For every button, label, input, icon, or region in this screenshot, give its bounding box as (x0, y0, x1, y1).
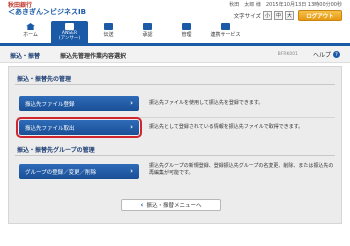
link-icon (221, 23, 230, 30)
chevron-right-icon: › (130, 123, 133, 131)
home-icon (26, 23, 35, 30)
nav-transfer-label: 伝送 (103, 32, 114, 38)
payee-file-register-button[interactable]: 振込先ファイル登録 › (19, 96, 139, 111)
section-divider (15, 155, 335, 156)
nav-link-service-label: 連携サービス (210, 32, 241, 38)
section-title-group: 振込・振替先グループの管理 (17, 147, 95, 154)
help-icon: ? (333, 51, 340, 58)
screen-id: BFRK001 (277, 52, 298, 57)
title-bar: 振込・振替 振込先管理作業内容選択 BFRK001 ヘルプ ? (0, 46, 350, 63)
user-info: 秋田 太郎 様 2015年10月13日 13時00分00秒 (229, 1, 342, 8)
nav-approve[interactable]: 承認 (129, 21, 166, 43)
row-divider (17, 117, 335, 118)
header: 秋田銀行 ＜あきぎん＞ビジネスIB 秋田 太郎 様 2015年10月13日 13… (0, 0, 350, 46)
payee-file-export-desc: 振込先として登録されている情報を振込先ファイルで取得できます。 (149, 124, 304, 130)
logout-button[interactable]: ログアウト (298, 10, 342, 21)
help-link[interactable]: ヘルプ ? (313, 50, 340, 59)
back-to-menu-button[interactable]: ‹ 振込・振替メニューへ (121, 199, 221, 211)
font-size-small-button[interactable]: 小 (263, 11, 272, 20)
section-divider (15, 84, 335, 85)
section-title-payee: 振込・振替先の管理 (17, 76, 72, 83)
nav-approve-label: 承認 (142, 32, 153, 38)
chevron-right-icon: › (130, 99, 133, 107)
font-size-large-button[interactable]: 大 (285, 11, 294, 20)
login-datetime: 2015年10月13日 13時00分00秒 (265, 2, 342, 8)
font-size-selector: 文字サイズ 小 中 大 (234, 11, 294, 20)
group-edit-button[interactable]: グループの登録／変更／削除 › (19, 164, 139, 179)
anser-icon (65, 23, 74, 30)
font-size-medium-button[interactable]: 中 (274, 11, 283, 20)
approve-icon (143, 23, 152, 30)
group-edit-desc: 振込先グループの新規登録、登録振込先グループの名変更、削除、または振込先の再編集… (149, 163, 334, 176)
payee-file-register-label: 振込先ファイル登録 (25, 101, 75, 108)
back-to-menu-label: 振込・振替メニューへ (146, 203, 202, 209)
page-title: 振込先管理作業内容選択 (60, 53, 127, 60)
bank-logo[interactable]: 秋田銀行 ＜あきぎん＞ビジネスIB (8, 2, 86, 16)
payee-file-register-desc: 振込先ファイルを使用して振込先を登録できます。 (149, 100, 264, 106)
nav-manage-label: 管理 (181, 32, 192, 38)
chevron-left-icon: ‹ (140, 201, 144, 209)
help-label: ヘルプ (312, 52, 331, 59)
nav-home[interactable]: ホーム (12, 21, 49, 43)
nav-anser[interactable]: ANSER (アンサー) (51, 21, 88, 43)
user-name: 秋田 太郎 様 (229, 2, 261, 8)
nav-home-label: ホーム (23, 32, 38, 38)
manage-icon (182, 23, 191, 30)
payee-file-export-button[interactable]: 振込先ファイル取出 › (16, 117, 142, 138)
nav-anser-sub: (アンサー) (58, 36, 81, 41)
nav-link-service[interactable]: 連携サービス (207, 21, 244, 43)
font-size-label: 文字サイズ (233, 13, 261, 20)
service-name: ＜あきぎん＞ビジネスIB (8, 8, 86, 16)
payee-file-export-label: 振込先ファイル取出 (25, 125, 75, 132)
breadcrumb: 振込・振替 (10, 53, 41, 60)
transfer-icon (104, 23, 113, 30)
global-nav: ホーム ANSER (アンサー) 伝送 承認 管理 連携サービス (12, 21, 244, 43)
nav-transfer[interactable]: 伝送 (90, 21, 127, 43)
nav-manage[interactable]: 管理 (168, 21, 205, 43)
group-edit-label: グループの登録／変更／削除 (25, 169, 97, 176)
chevron-right-icon: › (130, 167, 133, 175)
